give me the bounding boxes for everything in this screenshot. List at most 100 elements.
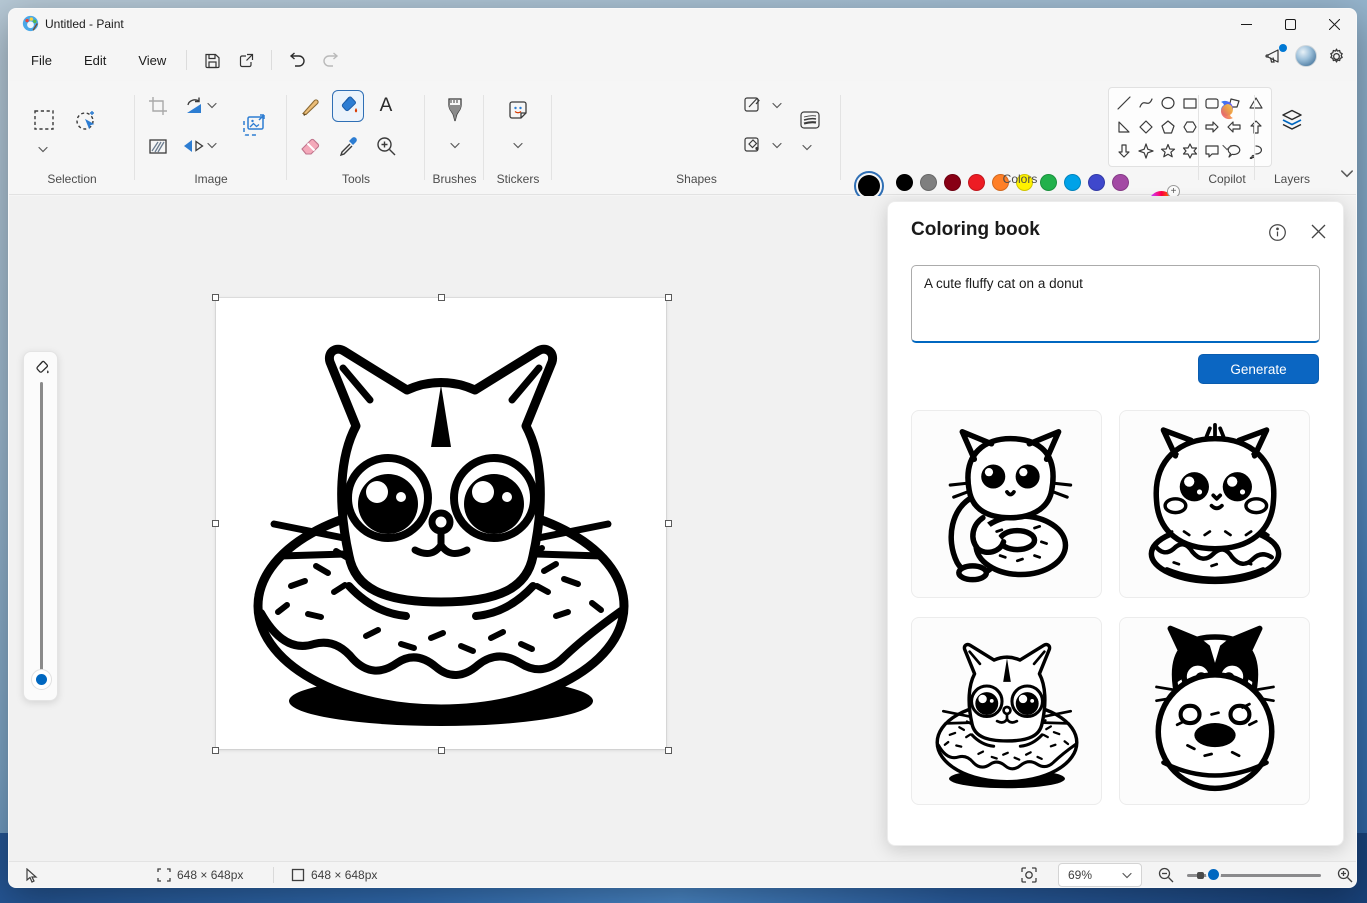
canvas[interactable] — [216, 298, 666, 749]
generate-button[interactable]: Generate — [1198, 354, 1319, 384]
fit-to-window-button[interactable] — [1021, 862, 1037, 888]
chevron-down-icon[interactable] — [772, 101, 782, 109]
smart-select-icon[interactable] — [71, 105, 101, 135]
canvas-size-icon — [291, 868, 305, 882]
statusbar: 648 × 648px 648 × 648px 69% — [9, 861, 1356, 887]
menu-item-edit[interactable]: Edit — [72, 47, 118, 74]
selection-handle-ne[interactable] — [665, 294, 672, 301]
dither-pattern-icon[interactable] — [143, 131, 173, 161]
stroke-thickness-icon[interactable] — [795, 105, 825, 135]
paint-app-icon — [22, 15, 39, 32]
ribbon-section-shapes: Shapes — [552, 81, 841, 194]
chevron-down-icon[interactable] — [513, 141, 523, 149]
color-picker-tool-icon[interactable] — [333, 131, 363, 161]
brush-icon[interactable] — [440, 95, 470, 125]
selection-handle-se[interactable] — [665, 747, 672, 754]
text-tool-icon[interactable]: A — [371, 91, 401, 121]
redo-button[interactable] — [314, 45, 348, 75]
ribbon: Selection — [9, 81, 1356, 195]
chevron-down-icon[interactable] — [802, 143, 812, 151]
save-button[interactable] — [195, 45, 229, 75]
canvas-artwork-cat-donut — [216, 298, 666, 749]
shape-fill-icon[interactable] — [740, 131, 766, 157]
section-label: Copilot — [1199, 172, 1255, 186]
zoom-level-dropdown[interactable]: 69% — [1058, 863, 1142, 887]
flip-icon[interactable] — [179, 131, 209, 161]
magnifier-tool-icon[interactable] — [371, 131, 401, 161]
resize-image-icon[interactable] — [239, 111, 269, 141]
crop-icon[interactable] — [143, 91, 173, 121]
chevron-down-icon[interactable] — [38, 145, 48, 153]
selection-handle-e[interactable] — [665, 520, 672, 527]
section-label: Brushes — [425, 172, 484, 186]
layers-icon[interactable] — [1277, 105, 1307, 135]
rotate-icon[interactable] — [179, 91, 209, 121]
selection-handle-n[interactable] — [438, 294, 445, 301]
chevron-down-icon — [1122, 871, 1132, 879]
generated-thumbnail-1[interactable] — [911, 410, 1102, 598]
zoom-out-button[interactable] — [1158, 862, 1174, 888]
ribbon-section-brushes: Brushes — [425, 81, 484, 194]
generated-thumbnail-3[interactable] — [911, 617, 1102, 805]
section-label: Stickers — [484, 172, 552, 186]
close-button[interactable] — [1312, 9, 1356, 39]
sticker-icon[interactable] — [503, 95, 533, 125]
generated-thumbnail-4[interactable] — [1119, 617, 1310, 805]
zoom-slider-thumb[interactable] — [1206, 867, 1221, 882]
tolerance-slider-thumb[interactable] — [31, 669, 52, 690]
coloring-book-panel: Coloring book A cute fluffy cat on a don… — [887, 201, 1344, 846]
share-button[interactable] — [229, 45, 263, 75]
selection-size-indicator: 648 × 648px — [157, 862, 243, 888]
tolerance-slider-track[interactable] — [40, 382, 43, 672]
window-title: Untitled - Paint — [45, 17, 124, 31]
ribbon-section-copilot: Copilot — [1199, 81, 1255, 194]
selection-handle-nw[interactable] — [212, 294, 219, 301]
zoom-in-button[interactable] — [1337, 862, 1353, 888]
chevron-down-icon[interactable] — [772, 141, 782, 149]
ribbon-section-image: Image — [135, 81, 287, 194]
menubar: File Edit View — [9, 39, 1356, 81]
ribbon-section-stickers: Stickers — [484, 81, 552, 194]
undo-button[interactable] — [280, 45, 314, 75]
maximize-button[interactable] — [1268, 9, 1312, 39]
eraser-tool-icon[interactable] — [295, 131, 325, 161]
generated-thumbnail-2[interactable] — [1119, 410, 1310, 598]
panel-title: Coloring book — [911, 219, 1040, 241]
section-label: Layers — [1255, 172, 1329, 186]
pencil-tool-icon[interactable] — [295, 91, 325, 121]
ribbon-section-colors: + Colors — [841, 81, 1199, 194]
chevron-down-icon[interactable] — [207, 101, 217, 109]
settings-gear-icon[interactable] — [1327, 47, 1346, 66]
fill-bucket-icon — [32, 359, 51, 378]
ribbon-section-layers: Layers — [1255, 81, 1329, 194]
section-label: Selection — [9, 172, 135, 186]
divider — [186, 50, 187, 70]
titlebar: Untitled - Paint — [9, 9, 1356, 39]
canvas-size-indicator: 648 × 648px — [291, 862, 377, 888]
selection-handle-w[interactable] — [212, 520, 219, 527]
selection-handle-s[interactable] — [438, 747, 445, 754]
collapse-ribbon-chevron-icon[interactable] — [1341, 168, 1354, 178]
selection-size-icon — [157, 868, 171, 882]
fill-tool-icon[interactable] — [333, 91, 363, 121]
selection-handle-sw[interactable] — [212, 747, 219, 754]
chevron-down-icon[interactable] — [450, 141, 460, 149]
user-avatar[interactable] — [1295, 45, 1317, 67]
section-label: Colors — [841, 172, 1199, 186]
generated-results-grid — [911, 410, 1321, 805]
prompt-input[interactable]: A cute fluffy cat on a donut — [911, 265, 1320, 343]
shape-outline-icon[interactable] — [740, 91, 766, 117]
section-label: Image — [135, 172, 287, 186]
minimize-button[interactable] — [1224, 9, 1268, 39]
menu-item-view[interactable]: View — [126, 47, 178, 74]
divider — [273, 867, 274, 883]
copilot-icon[interactable] — [1212, 95, 1242, 125]
rectangle-select-icon[interactable] — [29, 105, 59, 135]
info-icon[interactable] — [1268, 223, 1288, 243]
fill-tolerance-flyout — [23, 351, 58, 701]
panel-close-icon[interactable] — [1310, 223, 1330, 243]
chevron-down-icon[interactable] — [207, 141, 217, 149]
announcements-icon[interactable] — [1265, 47, 1285, 65]
chevron-down-icon[interactable] — [1222, 143, 1232, 151]
menu-item-file[interactable]: File — [19, 47, 64, 74]
